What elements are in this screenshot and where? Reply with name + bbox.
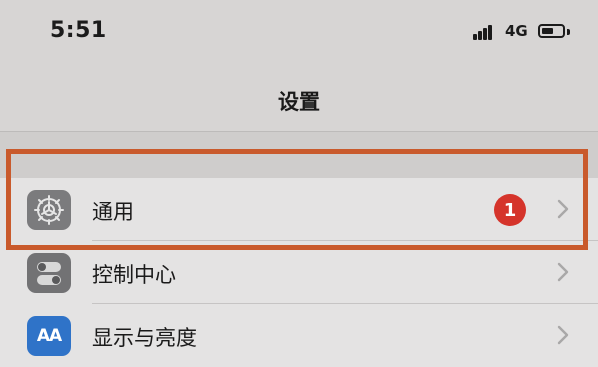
toggle-mini-bottom	[37, 274, 61, 285]
chevron-right-icon	[557, 325, 569, 345]
settings-item-label: 显示与亮度	[92, 326, 197, 350]
settings-item-control-center[interactable]: 控制中心	[0, 241, 598, 304]
battery-tip	[567, 29, 570, 35]
chevron-right-icon	[557, 262, 569, 282]
gear-icon	[27, 190, 71, 230]
display-brightness-icon: AA	[27, 316, 71, 356]
chevron-right-icon	[557, 199, 569, 219]
page-title: 设置	[278, 90, 320, 114]
signal-icon	[473, 24, 497, 40]
settings-item-label: 控制中心	[92, 263, 176, 287]
battery-level	[542, 28, 553, 34]
settings-item-display-brightness[interactable]: AA 显示与亮度	[0, 304, 598, 367]
battery-icon	[538, 24, 565, 38]
settings-item-general[interactable]: 通用 1	[0, 178, 598, 241]
section-gap	[0, 132, 598, 178]
status-time: 5:51	[50, 18, 107, 43]
toggle-mini-top	[37, 261, 61, 272]
status-bar: 5:51 4G	[0, 0, 598, 64]
notification-badge: 1	[494, 194, 526, 226]
control-center-icon	[27, 253, 71, 293]
network-type: 4G	[505, 22, 528, 40]
settings-item-label: 通用	[92, 200, 134, 224]
settings-list: 通用 1 控制中心 AA 显示与亮度	[0, 178, 598, 367]
